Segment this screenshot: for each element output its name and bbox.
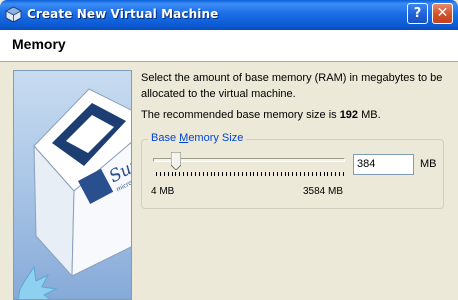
slider-tick <box>308 172 309 176</box>
slider-tick <box>265 172 266 176</box>
slider-tick <box>285 172 286 176</box>
slider-tick <box>195 172 196 176</box>
slider-tick <box>211 172 212 176</box>
slider-tick <box>226 172 227 176</box>
slider-tick <box>172 172 173 176</box>
memory-description: Select the amount of base memory (RAM) i… <box>141 72 443 100</box>
page-header: Memory <box>0 30 458 62</box>
slider-tick <box>277 172 278 176</box>
slider-tick <box>343 172 344 176</box>
virtualbox-cube-illustration: Sun microsystems <box>17 88 131 299</box>
slider-tick <box>175 172 176 176</box>
slider-tick <box>327 172 328 176</box>
slider-tick <box>261 172 262 176</box>
slider-tick <box>187 172 188 176</box>
recommended-prefix: The recommended base memory size is <box>141 109 340 121</box>
memory-unit-label: MB <box>420 158 437 170</box>
base-memory-groupbox-label: Base Memory Size <box>148 132 247 144</box>
recommended-value: 192 <box>339 109 359 121</box>
slider-tick <box>218 172 219 176</box>
slider-tick <box>203 172 204 176</box>
slider-tick <box>292 172 293 176</box>
slider-tick <box>156 172 157 176</box>
slider-tick <box>214 172 215 176</box>
memory-size-input[interactable]: 384 <box>353 154 414 175</box>
slider-tick <box>320 172 321 176</box>
group-label-suffix: emory Size <box>188 132 244 144</box>
slider-tick <box>238 172 239 176</box>
group-label-prefix: Base <box>151 132 180 144</box>
slider-tick <box>304 172 305 176</box>
slider-tick <box>191 172 192 176</box>
slider-tick <box>312 172 313 176</box>
slider-tick <box>335 172 336 176</box>
slider-tick <box>230 172 231 176</box>
slider-tick <box>288 172 289 176</box>
group-label-accel: M <box>179 132 189 144</box>
memory-slider-thumb[interactable] <box>171 152 181 170</box>
slider-tick <box>179 172 180 176</box>
slider-tick <box>253 172 254 176</box>
help-button[interactable]: ? <box>407 3 428 24</box>
slider-tick <box>183 172 184 176</box>
recommended-unit: MB. <box>358 109 381 121</box>
virtualbox-app-icon <box>5 6 22 23</box>
slider-tick <box>273 172 274 176</box>
slider-tick <box>250 172 251 176</box>
slider-tick <box>234 172 235 176</box>
slider-tick <box>242 172 243 176</box>
close-button[interactable]: ✕ <box>432 3 453 24</box>
memory-slider-track[interactable] <box>153 158 345 162</box>
slider-tick <box>316 172 317 176</box>
recommended-memory-text: The recommended base memory size is 192 … <box>141 109 381 121</box>
slider-tick <box>269 172 270 176</box>
slider-tick <box>339 172 340 176</box>
slider-tick <box>300 172 301 176</box>
title-bar[interactable]: Create New Virtual Machine ? ✕ <box>0 0 458 30</box>
slider-tick <box>222 172 223 176</box>
slider-tick <box>168 172 169 176</box>
slider-tick <box>281 172 282 176</box>
slider-tick <box>331 172 332 176</box>
slider-tick <box>324 172 325 176</box>
slider-tick <box>257 172 258 176</box>
memory-max-label: 3584 MB <box>303 186 344 197</box>
page-title: Memory <box>12 36 66 52</box>
window-title: Create New Virtual Machine <box>27 7 219 21</box>
slider-tick <box>199 172 200 176</box>
memory-slider-ticks <box>156 172 344 177</box>
slider-tick <box>160 172 161 176</box>
slider-tick <box>246 172 247 176</box>
wizard-side-image: Sun microsystems <box>13 70 132 300</box>
slider-tick <box>164 172 165 176</box>
slider-tick <box>207 172 208 176</box>
memory-min-label: 4 MB <box>151 186 175 197</box>
slider-tick <box>296 172 297 176</box>
